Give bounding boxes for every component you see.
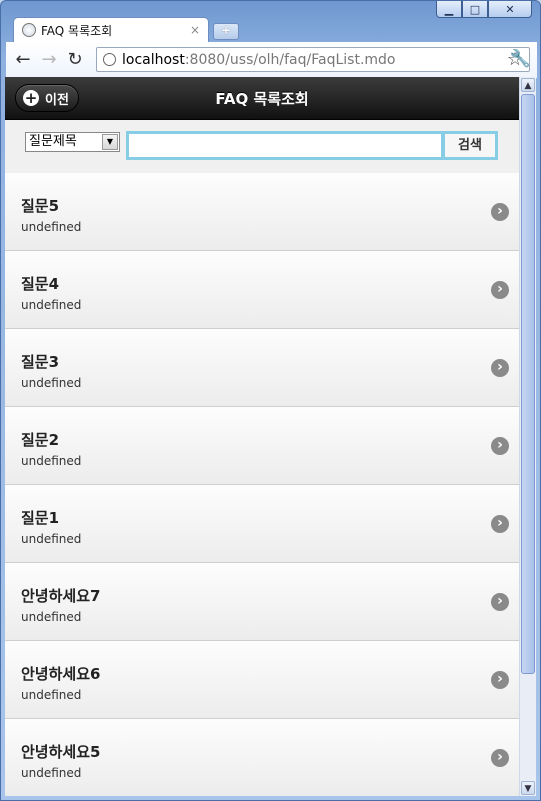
list-item[interactable]: 질문3 undefined › <box>5 329 519 407</box>
chevron-right-icon: › <box>491 359 509 377</box>
new-tab-button[interactable]: + <box>213 23 239 40</box>
forward-arrow-icon[interactable]: → <box>38 50 60 70</box>
item-subtitle: undefined <box>21 532 82 546</box>
chevron-right-icon: › <box>491 281 509 299</box>
list-item[interactable]: 질문1 undefined › <box>5 485 519 563</box>
scroll-down-icon[interactable]: ▼ <box>521 781 535 795</box>
item-title: 안녕하세요6 <box>21 665 101 683</box>
page-icon <box>103 53 116 66</box>
browser-toolbar: ← → ↻ localhost:8080/uss/olh/faq/FaqList… <box>6 42 537 79</box>
list-item[interactable]: 안녕하세요5 undefined › <box>5 719 519 796</box>
item-subtitle: undefined <box>21 766 82 780</box>
scrollbar-thumb[interactable] <box>521 94 535 674</box>
list-item[interactable]: 안녕하세요7 undefined › <box>5 563 519 641</box>
chevron-right-icon: › <box>491 437 509 455</box>
chevron-right-icon: › <box>491 203 509 221</box>
item-subtitle: undefined <box>21 298 82 312</box>
url-host: localhost <box>122 51 185 68</box>
item-title: 질문1 <box>21 509 60 527</box>
chevron-right-icon: › <box>491 671 509 689</box>
list-item[interactable]: 질문5 undefined › <box>5 173 519 251</box>
address-bar[interactable]: localhost:8080/uss/olh/faq/FaqList.mdo ☆ <box>96 47 530 72</box>
chevron-right-icon: › <box>491 515 509 533</box>
item-title: 안녕하세요7 <box>21 587 101 605</box>
search-condition-select[interactable]: 질문제목 ▼ <box>25 132 120 152</box>
search-input[interactable] <box>126 131 444 160</box>
page-title: FAQ 목록조회 <box>215 90 309 108</box>
item-subtitle: undefined <box>21 220 82 234</box>
browser-tab[interactable]: FAQ 목록조회 × <box>13 17 209 42</box>
window-controls: ▁ □ ✕ <box>436 1 532 18</box>
item-title: 질문2 <box>21 431 60 449</box>
item-subtitle: undefined <box>21 454 82 468</box>
faq-list: 질문5 undefined › 질문4 undefined › 질문3 unde… <box>5 173 519 796</box>
minimize-button[interactable]: ▁ <box>436 1 462 18</box>
search-bar: 질문제목 ▼ 검색 <box>5 120 519 174</box>
back-arrow-icon[interactable]: ← <box>12 50 34 70</box>
chevron-right-icon: › <box>491 749 509 767</box>
list-item[interactable]: 질문4 undefined › <box>5 251 519 329</box>
item-title: 질문4 <box>21 275 60 293</box>
chevron-down-icon: ▼ <box>102 134 118 150</box>
close-window-button[interactable]: ✕ <box>488 1 532 18</box>
item-title: 질문3 <box>21 353 60 371</box>
maximize-button[interactable]: □ <box>462 1 488 18</box>
tab-close-icon[interactable]: × <box>190 23 200 37</box>
page-header: + 이전 FAQ 목록조회 <box>5 77 519 120</box>
scroll-up-icon[interactable]: ▲ <box>521 78 535 92</box>
reload-icon[interactable]: ↻ <box>64 50 86 70</box>
item-subtitle: undefined <box>21 610 82 624</box>
search-button[interactable]: 검색 <box>442 131 498 160</box>
item-title: 안녕하세요5 <box>21 743 101 761</box>
url-path: :8080/uss/olh/faq/FaqList.mdo <box>184 51 396 68</box>
item-subtitle: undefined <box>21 688 82 702</box>
tab-title: FAQ 목록조회 <box>41 23 113 38</box>
vertical-scrollbar[interactable]: ▲ ▼ <box>519 77 536 796</box>
page-viewport: + 이전 FAQ 목록조회 질문제목 ▼ 검색 질문5 undefined › … <box>5 77 519 796</box>
list-item[interactable]: 질문2 undefined › <box>5 407 519 485</box>
list-item[interactable]: 안녕하세요6 undefined › <box>5 641 519 719</box>
chevron-right-icon: › <box>491 593 509 611</box>
item-title: 질문5 <box>21 197 60 215</box>
wrench-icon[interactable]: 🔧 <box>510 49 531 69</box>
globe-icon <box>22 23 36 37</box>
item-subtitle: undefined <box>21 376 82 390</box>
select-value: 질문제목 <box>29 134 77 149</box>
